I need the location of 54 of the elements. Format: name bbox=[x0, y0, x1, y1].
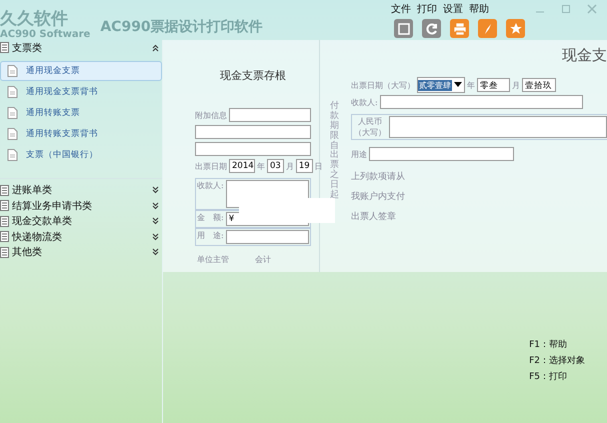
day-field[interactable]: 19 bbox=[296, 159, 313, 173]
menu-item[interactable]: 帮助 bbox=[469, 2, 489, 16]
day-field[interactable]: 壹拾玖 bbox=[522, 78, 556, 92]
category-label: 支票类 bbox=[12, 42, 43, 55]
shortcut-hint: F1：帮助 bbox=[529, 338, 568, 351]
field-label: 附加信息 bbox=[195, 110, 227, 120]
signature-label: 单位主管 bbox=[197, 254, 229, 265]
stub-title: 现金支票存根 bbox=[220, 68, 286, 83]
sidebar-item[interactable]: 支票（中国银行） bbox=[0, 144, 162, 164]
field-label: 人民币（大写） bbox=[353, 116, 387, 138]
menu-item[interactable]: 打印 bbox=[417, 2, 437, 16]
field-label: 年 bbox=[467, 80, 475, 90]
field-label: 出票日期（大写） bbox=[351, 80, 415, 90]
field-label: 月 bbox=[286, 160, 294, 172]
month-field[interactable]: 03 bbox=[267, 159, 284, 173]
field-label: 收款人: bbox=[351, 96, 378, 108]
field-label: 金 额: bbox=[197, 212, 224, 224]
category-label: 结算业务申请书类 bbox=[12, 200, 93, 213]
shortcut-hint: F5：打印 bbox=[529, 370, 568, 383]
sidebar-item[interactable]: 通用现金支票背书 bbox=[0, 82, 162, 102]
month-field[interactable]: 零叁 bbox=[477, 78, 510, 92]
year-field[interactable]: 2014 bbox=[229, 159, 255, 173]
shortcut-hint: F2：选择对象 bbox=[529, 354, 585, 367]
vertical-note: 付款期限自出票之日起 bbox=[330, 102, 339, 202]
sidebar-item[interactable]: 通用现金支票 bbox=[0, 60, 162, 80]
year-dropdown[interactable]: 贰零壹肆 bbox=[417, 77, 465, 93]
category-label: 进账单类 bbox=[12, 184, 53, 198]
check-text: 我账户内支付 bbox=[351, 190, 406, 203]
check-text: 上列款项请从 bbox=[351, 170, 406, 183]
category-header[interactable]: 结算业务申请书类 bbox=[0, 198, 162, 214]
category-label: 快递物流类 bbox=[12, 230, 63, 244]
check-text: 出票人签章 bbox=[351, 210, 397, 223]
field-label: 年 bbox=[257, 160, 265, 172]
category-label: 其他类 bbox=[12, 246, 43, 260]
field-label: 日 bbox=[314, 160, 323, 172]
logo-subtitle: AC990 Software bbox=[0, 29, 90, 40]
menu-item[interactable]: 文件 bbox=[391, 2, 411, 16]
field-label: 用 途: bbox=[197, 230, 224, 242]
signature-label: 会计 bbox=[255, 254, 271, 265]
check-title: 现金支 bbox=[562, 46, 607, 65]
field-label: 用途 bbox=[351, 148, 367, 160]
field-label: 收款人: bbox=[197, 180, 224, 192]
category-header[interactable]: 支票类 bbox=[0, 40, 162, 56]
category-label: 现金交款单类 bbox=[12, 214, 73, 228]
category-header[interactable]: 进账单类 bbox=[0, 182, 162, 198]
category-header[interactable]: 现金交款单类 bbox=[0, 214, 162, 229]
app-title: AC990票据设计打印软件 bbox=[100, 18, 263, 37]
field-label: 月 bbox=[512, 80, 520, 90]
field-label: 出票日期 bbox=[195, 160, 227, 172]
category-header[interactable]: 其他类 bbox=[0, 244, 162, 260]
menu-item[interactable]: 设置 bbox=[443, 2, 463, 16]
sidebar-item[interactable]: 通用转账支票背书 bbox=[0, 124, 162, 144]
category-header[interactable]: 快递物流类 bbox=[0, 229, 162, 244]
sidebar-item[interactable]: 通用转账支票 bbox=[0, 102, 162, 122]
